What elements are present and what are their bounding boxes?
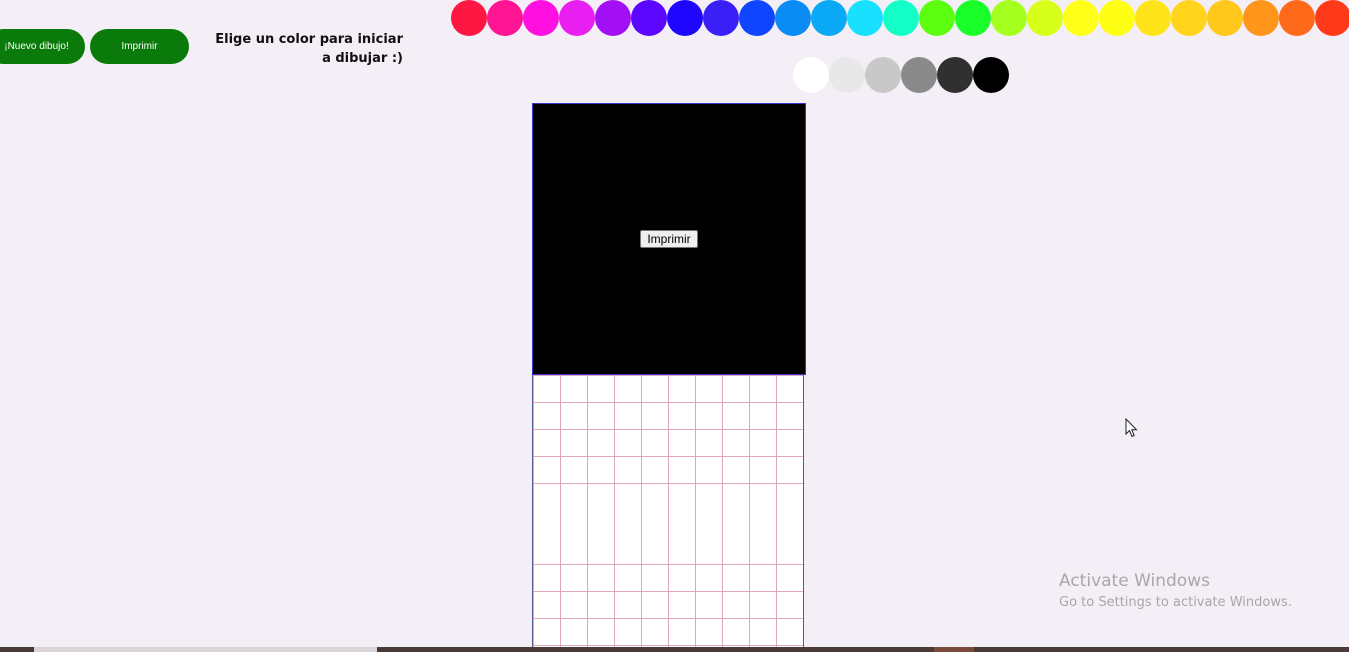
- color-swatch[interactable]: [559, 0, 595, 36]
- gray-swatch[interactable]: [829, 57, 865, 93]
- color-swatch[interactable]: [991, 0, 1027, 36]
- gray-swatch[interactable]: [793, 57, 829, 93]
- gray-swatch[interactable]: [865, 57, 901, 93]
- color-swatch[interactable]: [847, 0, 883, 36]
- watermark-subtitle: Go to Settings to activate Windows.: [1059, 595, 1292, 610]
- grid-row-gap: [533, 484, 803, 564]
- gray-swatch[interactable]: [901, 57, 937, 93]
- drawing-preview: Imprimir: [532, 103, 806, 375]
- color-swatch[interactable]: [1063, 0, 1099, 36]
- new-drawing-button[interactable]: ¡Nuevo dibujo!: [0, 29, 85, 64]
- mouse-pointer-icon: [1125, 418, 1138, 438]
- color-swatch[interactable]: [1279, 0, 1315, 36]
- color-swatch[interactable]: [919, 0, 955, 36]
- grayscale-palette: [793, 57, 1009, 93]
- print-button[interactable]: Imprimir: [90, 29, 189, 64]
- activate-windows-watermark: Activate Windows Go to Settings to activ…: [1059, 571, 1292, 615]
- color-swatch[interactable]: [667, 0, 703, 36]
- watermark-title: Activate Windows: [1059, 571, 1210, 591]
- taskbar-search[interactable]: [34, 647, 377, 652]
- color-swatch[interactable]: [1243, 0, 1279, 36]
- color-swatch[interactable]: [1207, 0, 1243, 36]
- color-swatch[interactable]: [1135, 0, 1171, 36]
- color-swatch[interactable]: [1315, 0, 1349, 36]
- color-swatch[interactable]: [631, 0, 667, 36]
- color-swatch[interactable]: [595, 0, 631, 36]
- color-swatch[interactable]: [739, 0, 775, 36]
- taskbar-item[interactable]: [934, 647, 974, 652]
- gray-swatch[interactable]: [973, 57, 1009, 93]
- drawing-grid[interactable]: [532, 375, 804, 647]
- color-swatch[interactable]: [955, 0, 991, 36]
- color-swatch[interactable]: [523, 0, 559, 36]
- color-swatch[interactable]: [811, 0, 847, 36]
- color-swatch[interactable]: [703, 0, 739, 36]
- taskbar: [0, 647, 1349, 652]
- color-swatch[interactable]: [1027, 0, 1063, 36]
- color-swatch[interactable]: [1099, 0, 1135, 36]
- color-swatch[interactable]: [883, 0, 919, 36]
- color-swatch[interactable]: [775, 0, 811, 36]
- gray-swatch[interactable]: [937, 57, 973, 93]
- preview-print-button[interactable]: Imprimir: [640, 230, 698, 248]
- color-swatch[interactable]: [487, 0, 523, 36]
- drawing-area: Imprimir: [532, 103, 806, 647]
- color-swatch[interactable]: [1171, 0, 1207, 36]
- instruction-text: Elige un color para iniciar a dibujar :): [215, 32, 403, 66]
- color-palette: [451, 0, 1349, 36]
- color-swatch[interactable]: [451, 0, 487, 36]
